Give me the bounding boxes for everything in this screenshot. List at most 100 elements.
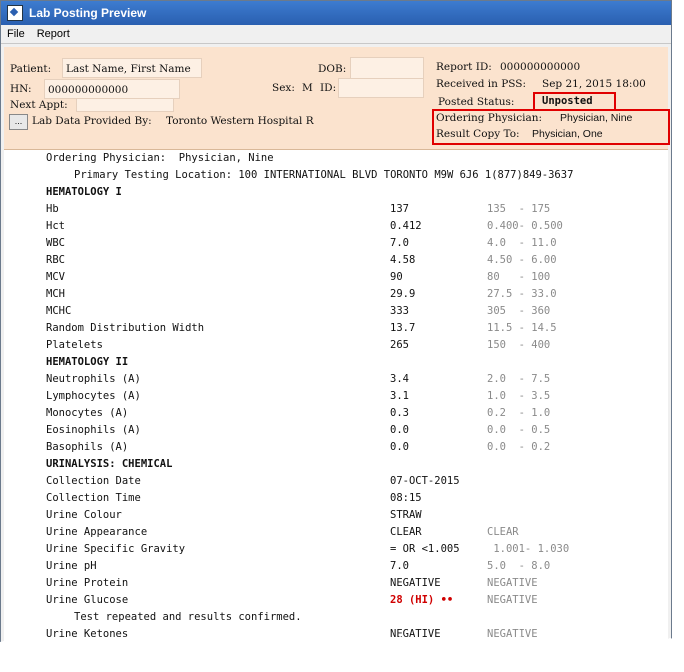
test-name: MCV	[46, 271, 65, 283]
app-icon	[7, 5, 23, 21]
reference-range: 150 - 400	[487, 339, 551, 351]
section-heading: HEMATOLOGY II	[46, 356, 129, 368]
reference-range: 11.5 - 14.5	[487, 322, 557, 334]
test-name: Urine Specific Gravity	[46, 543, 186, 555]
result-copy-label: Result Copy To:	[436, 128, 520, 140]
patient-label: Patient:	[10, 63, 52, 75]
patient-header: Patient: Last Name, First Name DOB: HN: …	[4, 47, 670, 150]
test-value: 3.4	[390, 373, 409, 385]
window-title: Lab Posting Preview	[29, 6, 147, 20]
reference-range: 0.0 - 0.2	[487, 441, 551, 453]
reference-range: 1.0 - 3.5	[487, 390, 551, 402]
test-name: MCH	[46, 288, 65, 300]
reference-range: 1.001- 1.030	[487, 543, 570, 555]
test-name: MCHC	[46, 305, 72, 317]
reference-range: NEGATIVE	[487, 577, 538, 589]
patient-name: Last Name, First Name	[66, 63, 191, 75]
menu-bar: File Report	[1, 25, 671, 44]
test-name: Neutrophils (A)	[46, 373, 141, 385]
title-bar: Lab Posting Preview	[1, 1, 671, 25]
received-value: Sep 21, 2015 18:00	[542, 78, 646, 90]
torn-edge	[0, 635, 684, 672]
reference-range: 0.400- 0.500	[487, 220, 563, 232]
received-label: Received in PSS:	[436, 78, 527, 90]
test-value: 333	[390, 305, 409, 317]
report-ordering-physician: Ordering Physician: Physician, Nine	[46, 152, 274, 164]
lab-provider-button[interactable]: ...	[9, 114, 28, 130]
report-id-label: Report ID:	[436, 61, 492, 73]
test-name: Monocytes (A)	[46, 407, 129, 419]
menu-report[interactable]: Report	[31, 28, 76, 40]
result-copy-value: Physician, One	[532, 128, 603, 140]
test-name: Collection Time	[46, 492, 141, 504]
reference-range: 2.0 - 7.5	[487, 373, 551, 385]
test-value: 7.0	[390, 237, 409, 249]
hn-value: 000000000000	[48, 84, 129, 96]
provided-by-label: Lab Data Provided By:	[32, 115, 152, 127]
section-heading: URINALYSIS: CHEMICAL	[46, 458, 173, 470]
dob-field	[350, 57, 424, 79]
test-value: 90	[390, 271, 403, 283]
test-value: 07-OCT-2015	[390, 475, 460, 487]
test-value: STRAW	[390, 509, 422, 521]
test-name: Urine pH	[46, 560, 97, 572]
test-name: Lymphocytes (A)	[46, 390, 141, 402]
test-name: Platelets	[46, 339, 103, 351]
reference-range: 5.0 - 8.0	[487, 560, 551, 572]
posted-status-value: Unposted	[542, 95, 593, 107]
test-value: 0.0	[390, 424, 409, 436]
test-name: Hb	[46, 203, 59, 215]
test-value: 3.1	[390, 390, 409, 402]
test-value: 7.0	[390, 560, 409, 572]
test-name: Urine Protein	[46, 577, 129, 589]
ordering-physician-label: Ordering Physician:	[436, 112, 543, 124]
test-value: = OR <1.005	[390, 543, 460, 555]
next-appt-label: Next Appt:	[10, 99, 68, 111]
provided-by-value: Toronto Western Hospital R	[166, 115, 314, 127]
sex-value: M	[302, 82, 313, 94]
ordering-physician-value: Physician, Nine	[560, 112, 633, 124]
test-value: 0.412	[390, 220, 422, 232]
sex-label: Sex:	[272, 82, 295, 94]
test-value: 0.3	[390, 407, 409, 419]
test-name: Basophils (A)	[46, 441, 129, 453]
reference-range: 4.50 - 6.00	[487, 254, 557, 266]
test-value: 13.7	[390, 322, 416, 334]
test-value: NEGATIVE	[390, 577, 441, 589]
test-value: 08:15	[390, 492, 422, 504]
test-value-abnormal: 28 (HI) ••	[390, 594, 454, 606]
report-id-value: 000000000000	[500, 61, 581, 73]
lab-report-body: Ordering Physician: Physician, Nine Prim…	[4, 150, 668, 659]
test-value: 4.58	[390, 254, 416, 266]
test-name: Urine Appearance	[46, 526, 148, 538]
dob-label: DOB:	[318, 63, 347, 75]
test-name: Eosinophils (A)	[46, 424, 141, 436]
test-name: Random Distribution Width	[46, 322, 205, 334]
reference-range: 80 - 100	[487, 271, 551, 283]
test-value: 29.9	[390, 288, 416, 300]
test-value: 0.0	[390, 441, 409, 453]
lab-posting-preview-window: Lab Posting Preview File Report Patient:…	[0, 0, 672, 660]
test-value: 137	[390, 203, 409, 215]
test-value: CLEAR	[390, 526, 422, 538]
next-appt-field	[76, 98, 174, 112]
reference-range: 135 - 175	[487, 203, 551, 215]
test-name: Urine Colour	[46, 509, 122, 521]
menu-file[interactable]: File	[1, 28, 31, 40]
reference-range: 27.5 - 33.0	[487, 288, 557, 300]
reference-range: 4.0 - 11.0	[487, 237, 557, 249]
report-testing-location: Primary Testing Location: 100 INTERNATIO…	[74, 169, 574, 181]
id-field	[338, 78, 424, 98]
reference-range: 0.0 - 0.5	[487, 424, 551, 436]
result-note: Test repeated and results confirmed.	[74, 611, 302, 623]
section-heading: HEMATOLOGY I	[46, 186, 122, 198]
reference-range: 305 - 360	[487, 305, 551, 317]
posted-status-label: Posted Status:	[438, 96, 515, 108]
reference-range: CLEAR	[487, 526, 519, 538]
test-name: Hct	[46, 220, 65, 232]
hn-label: HN:	[10, 83, 32, 95]
id-label: ID:	[320, 82, 337, 94]
test-name: RBC	[46, 254, 65, 266]
test-name: WBC	[46, 237, 65, 249]
reference-range: 0.2 - 1.0	[487, 407, 551, 419]
